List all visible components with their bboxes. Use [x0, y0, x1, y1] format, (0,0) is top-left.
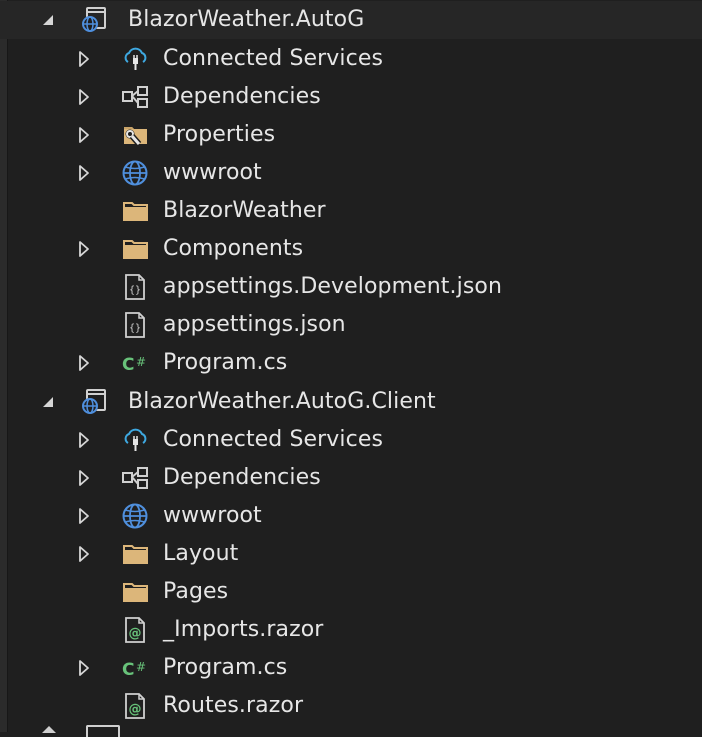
json-file-icon: {} — [121, 311, 149, 339]
web-project-icon — [80, 388, 108, 416]
connected-services-icon — [121, 426, 149, 454]
csharp-file-icon: C # — [121, 349, 149, 377]
tree-item-label: appsettings.Development.json — [163, 274, 503, 299]
dependencies-icon — [121, 464, 149, 492]
expand-arrow-icon[interactable] — [76, 431, 92, 449]
tree-item-imports-razor[interactable]: @ _Imports.razor — [0, 611, 702, 649]
tree-item-wwwroot[interactable]: wwwroot — [0, 497, 702, 535]
globe-icon — [121, 159, 149, 187]
tree-item-label: Dependencies — [163, 84, 321, 109]
svg-text:{}: {} — [129, 323, 141, 334]
project-name: BlazorWeather.AutoG.Client — [128, 389, 436, 414]
tree-item-label: BlazorWeather — [163, 198, 326, 223]
tree-item-layout[interactable]: Layout — [0, 535, 702, 573]
tree-item-properties[interactable]: Properties — [0, 116, 702, 154]
tree-item-connected-services[interactable]: Connected Services — [0, 421, 702, 459]
tree-item-label: _Imports.razor — [163, 617, 324, 642]
svg-text:C: C — [122, 660, 134, 680]
tree-item-label: Dependencies — [163, 465, 321, 490]
expand-arrow-icon[interactable] — [76, 126, 92, 144]
expand-arrow-icon[interactable] — [76, 164, 92, 182]
svg-text:@: @ — [129, 626, 142, 641]
svg-text:#: # — [136, 355, 146, 369]
tree-item-label: Components — [163, 236, 304, 261]
tree-item-label: wwwroot — [163, 503, 262, 528]
tree-item-blazorweather-folder[interactable]: BlazorWeather — [0, 192, 702, 230]
tree-item-label: Connected Services — [163, 427, 384, 452]
folder-icon — [121, 578, 149, 606]
connected-services-icon — [121, 45, 149, 73]
web-project-icon — [80, 6, 108, 34]
svg-text:{}: {} — [129, 285, 141, 296]
tree-item-components[interactable]: Components — [0, 230, 702, 268]
folder-icon — [121, 235, 149, 263]
folder-icon — [121, 540, 149, 568]
globe-icon — [121, 502, 149, 530]
tree-item-label: Pages — [163, 579, 229, 604]
tree-item-label: wwwroot — [163, 160, 262, 185]
tree-item-appsettings-json[interactable]: {} appsettings.json — [0, 306, 702, 344]
tree-item-wwwroot[interactable]: wwwroot — [0, 154, 702, 192]
razor-file-icon: @ — [121, 692, 149, 720]
tree-item-dependencies[interactable]: Dependencies — [0, 78, 702, 116]
expand-arrow-icon[interactable] — [76, 50, 92, 68]
tree-item-connected-services[interactable]: Connected Services — [0, 40, 702, 78]
tree-item-label: appsettings.json — [163, 312, 346, 337]
web-project-icon — [86, 725, 120, 737]
expand-arrow-icon[interactable] — [76, 240, 92, 258]
svg-text:#: # — [136, 660, 146, 674]
tree-item-pages[interactable]: Pages — [0, 573, 702, 611]
csharp-file-icon: C # — [121, 654, 149, 682]
expand-arrow-icon[interactable] — [76, 469, 92, 487]
project-node-blazorweather-autog[interactable]: BlazorWeather.AutoG — [0, 1, 702, 39]
expand-arrow-icon[interactable] — [76, 507, 92, 525]
dependencies-icon — [121, 83, 149, 111]
tree-item-program-cs[interactable]: C # Program.cs — [0, 649, 702, 687]
svg-text:@: @ — [129, 702, 142, 717]
collapse-arrow-icon[interactable] — [40, 393, 56, 411]
tree-item-label: Program.cs — [163, 655, 288, 680]
tree-item-label: Connected Services — [163, 46, 384, 71]
tree-item-label: Routes.razor — [163, 693, 304, 718]
project-name: BlazorWeather.AutoG — [128, 7, 365, 32]
svg-text:C: C — [122, 355, 134, 375]
properties-folder-icon — [121, 121, 149, 149]
solution-explorer-tree: BlazorWeather.AutoG Connected Services D… — [0, 0, 702, 737]
tree-item-label: Program.cs — [163, 350, 288, 375]
expand-arrow-icon[interactable] — [76, 354, 92, 372]
expand-arrow-icon[interactable] — [76, 659, 92, 677]
tree-item-dependencies[interactable]: Dependencies — [0, 459, 702, 497]
collapse-arrow-icon[interactable] — [40, 11, 56, 29]
expand-arrow-icon[interactable] — [76, 545, 92, 563]
tree-item-program-cs[interactable]: C # Program.cs — [0, 344, 702, 382]
tree-item-label: Layout — [163, 541, 239, 566]
project-node-blazorweather-autog-client[interactable]: BlazorWeather.AutoG.Client — [0, 383, 702, 421]
tree-item-appsettings-development-json[interactable]: {} appsettings.Development.json — [0, 268, 702, 306]
razor-file-icon: @ — [121, 616, 149, 644]
json-file-icon: {} — [121, 273, 149, 301]
tree-item-label: Properties — [163, 122, 276, 147]
tree-item-routes-razor[interactable]: @ Routes.razor — [0, 687, 702, 725]
expand-arrow-icon[interactable] — [76, 88, 92, 106]
folder-icon — [121, 197, 149, 225]
